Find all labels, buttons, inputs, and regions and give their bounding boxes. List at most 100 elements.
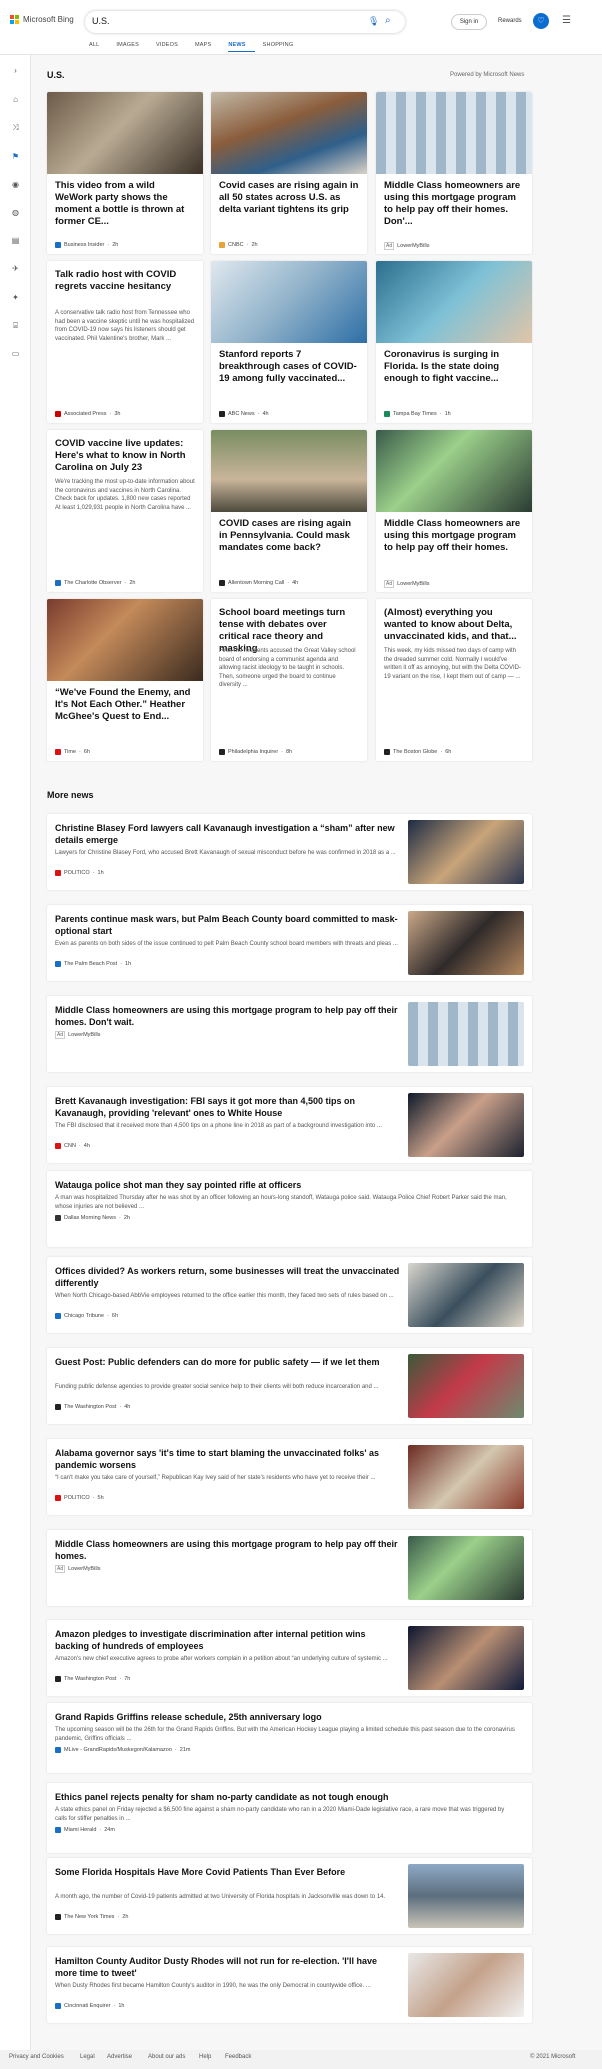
news-item-title[interactable]: Middle Class homeowners are using this m…: [55, 1538, 400, 1562]
menu-icon[interactable]: ☰: [562, 15, 572, 26]
microphone-icon[interactable]: 🎙: [368, 16, 379, 27]
news-list-item[interactable]: Grand Rapids Griffins release schedule, …: [47, 1703, 532, 1773]
news-item-title[interactable]: Watauga police shot man they say pointed…: [55, 1179, 515, 1191]
news-list-item[interactable]: Guest Post: Public defenders can do more…: [47, 1348, 532, 1424]
news-card[interactable]: “We've Found the Enemy, and It's Not Eac…: [47, 599, 203, 761]
news-item-thumbnail[interactable]: [408, 1354, 524, 1418]
trending-icon[interactable]: ⤨: [11, 123, 20, 132]
news-card[interactable]: COVID vaccine live updates: Here's what …: [47, 430, 203, 592]
news-item-title[interactable]: Middle Class homeowners are using this m…: [55, 1004, 400, 1028]
local-pin-icon[interactable]: ◉: [11, 180, 20, 189]
news-card-title[interactable]: Middle Class homeowners are using this m…: [384, 180, 524, 228]
news-list-item[interactable]: Amazon pledges to investigate discrimina…: [47, 1620, 532, 1696]
news-list-item[interactable]: Some Florida Hospitals Have More Covid P…: [47, 1858, 532, 1934]
news-list-item[interactable]: Christine Blasey Ford lawyers call Kavan…: [47, 814, 532, 890]
news-item-thumbnail[interactable]: [408, 1093, 524, 1157]
news-card-title[interactable]: COVID vaccine live updates: Here's what …: [55, 438, 195, 474]
news-card-image[interactable]: [211, 430, 367, 512]
tab-shopping[interactable]: SHOPPING: [263, 42, 303, 52]
news-item-title[interactable]: Christine Blasey Ford lawyers call Kavan…: [55, 822, 400, 846]
footer-link-legal[interactable]: Legal: [80, 2054, 95, 2060]
news-icon[interactable]: ▭: [11, 349, 20, 358]
tab-maps[interactable]: MAPS: [195, 42, 220, 52]
news-item-thumbnail[interactable]: [408, 1263, 524, 1327]
news-list-item[interactable]: Parents continue mask wars, but Palm Bea…: [47, 905, 532, 981]
news-card-image[interactable]: [211, 261, 367, 343]
news-card[interactable]: Talk radio host with COVID regrets vacci…: [47, 261, 203, 423]
news-item-title[interactable]: Alabama governor says 'it's time to star…: [55, 1447, 400, 1471]
bing-logo[interactable]: Microsoft Bing: [10, 15, 74, 24]
news-item-thumbnail[interactable]: [408, 1445, 524, 1509]
news-item-title[interactable]: Grand Rapids Griffins release schedule, …: [55, 1711, 515, 1723]
news-card[interactable]: Middle Class homeowners are using this m…: [376, 430, 532, 592]
news-card[interactable]: Stanford reports 7 breakthrough cases of…: [211, 261, 367, 423]
footer-link-help[interactable]: Help: [199, 2054, 211, 2060]
news-card-title[interactable]: COVID cases are rising again in Pennsylv…: [219, 518, 359, 554]
news-card[interactable]: Middle Class homeowners are using this m…: [376, 92, 532, 254]
expand-icon[interactable]: ›: [11, 66, 20, 75]
search-icon[interactable]: ⌕: [385, 15, 391, 26]
news-item-thumbnail[interactable]: [408, 1864, 524, 1928]
news-item-thumbnail[interactable]: [408, 1002, 524, 1066]
business-chart-icon[interactable]: ▤: [11, 236, 20, 245]
rewards-link[interactable]: Rewards: [498, 18, 522, 24]
news-card[interactable]: Covid cases are rising again in all 50 s…: [211, 92, 367, 254]
news-card-title[interactable]: Coronavirus is surging in Florida. Is th…: [384, 349, 524, 385]
news-item-title[interactable]: Guest Post: Public defenders can do more…: [55, 1356, 400, 1368]
footer-link-advertise[interactable]: Advertise: [107, 2054, 132, 2060]
news-list-item[interactable]: Alabama governor says 'it's time to star…: [47, 1439, 532, 1515]
news-item-thumbnail[interactable]: [408, 1953, 524, 2017]
news-card[interactable]: This video from a wild WeWork party show…: [47, 92, 203, 254]
news-card-title[interactable]: Talk radio host with COVID regrets vacci…: [55, 269, 195, 293]
tab-news[interactable]: NEWS: [228, 42, 255, 52]
news-item-thumbnail[interactable]: [408, 1626, 524, 1690]
search-box[interactable]: U.S. 🎙 ⌕: [85, 11, 405, 33]
news-item-title[interactable]: Hamilton County Auditor Dusty Rhodes wil…: [55, 1955, 400, 1979]
news-card-title[interactable]: (Almost) everything you wanted to know a…: [384, 607, 524, 643]
news-card-title[interactable]: Middle Class homeowners are using this m…: [384, 518, 524, 554]
tab-videos[interactable]: VIDEOS: [156, 42, 187, 52]
news-list-item[interactable]: Watauga police shot man they say pointed…: [47, 1171, 532, 1247]
news-item-thumbnail[interactable]: [408, 1536, 524, 1600]
news-list-item[interactable]: Ethics panel rejects penalty for sham no…: [47, 1783, 532, 1853]
news-list-item[interactable]: Hamilton County Auditor Dusty Rhodes wil…: [47, 1947, 532, 2023]
politics-icon[interactable]: ⌸: [11, 321, 20, 330]
news-card-image[interactable]: [47, 92, 203, 174]
news-item-thumbnail[interactable]: [408, 911, 524, 975]
news-card-image[interactable]: [376, 92, 532, 174]
technology-icon[interactable]: ✈: [11, 264, 20, 273]
news-item-title[interactable]: Parents continue mask wars, but Palm Bea…: [55, 913, 400, 937]
news-card[interactable]: (Almost) everything you wanted to know a…: [376, 599, 532, 761]
footer-link-privacy[interactable]: Privacy and Cookies: [9, 2054, 64, 2060]
news-card-title[interactable]: This video from a wild WeWork party show…: [55, 180, 195, 228]
news-item-title[interactable]: Offices divided? As workers return, some…: [55, 1265, 400, 1289]
news-card[interactable]: COVID cases are rising again in Pennsylv…: [211, 430, 367, 592]
news-item-title[interactable]: Amazon pledges to investigate discrimina…: [55, 1628, 400, 1652]
us-flag-icon[interactable]: ⚑: [11, 152, 20, 161]
rewards-icon[interactable]: ♡: [533, 13, 549, 29]
news-list-item[interactable]: Offices divided? As workers return, some…: [47, 1257, 532, 1333]
tab-all[interactable]: ALL: [89, 42, 108, 52]
news-card-title[interactable]: Covid cases are rising again in all 50 s…: [219, 180, 359, 216]
news-list-item[interactable]: Middle Class homeowners are using this m…: [47, 996, 532, 1072]
news-card-title[interactable]: Stanford reports 7 breakthrough cases of…: [219, 349, 359, 385]
world-icon[interactable]: ◍: [11, 208, 20, 217]
news-card-image[interactable]: [211, 92, 367, 174]
footer-link-feedback[interactable]: Feedback: [225, 2054, 251, 2060]
news-item-title[interactable]: Some Florida Hospitals Have More Covid P…: [55, 1866, 400, 1878]
news-card-image[interactable]: [47, 599, 203, 681]
footer-link-about-ads[interactable]: About our ads: [148, 2054, 185, 2060]
news-card-image[interactable]: [376, 430, 532, 512]
news-item-thumbnail[interactable]: [408, 820, 524, 884]
news-card[interactable]: School board meetings turn tense with de…: [211, 599, 367, 761]
entertainment-icon[interactable]: ✦: [11, 293, 20, 302]
news-card[interactable]: Coronavirus is surging in Florida. Is th…: [376, 261, 532, 423]
news-card-image[interactable]: [376, 261, 532, 343]
tab-images[interactable]: IMAGES: [116, 42, 148, 52]
news-item-title[interactable]: Brett Kavanaugh investigation: FBI says …: [55, 1095, 400, 1119]
news-list-item[interactable]: Middle Class homeowners are using this m…: [47, 1530, 532, 1606]
search-input[interactable]: U.S.: [92, 16, 110, 26]
news-list-item[interactable]: Brett Kavanaugh investigation: FBI says …: [47, 1087, 532, 1163]
sign-in-button[interactable]: Sign in: [451, 14, 487, 30]
news-card-title[interactable]: “We've Found the Enemy, and It's Not Eac…: [55, 687, 195, 723]
